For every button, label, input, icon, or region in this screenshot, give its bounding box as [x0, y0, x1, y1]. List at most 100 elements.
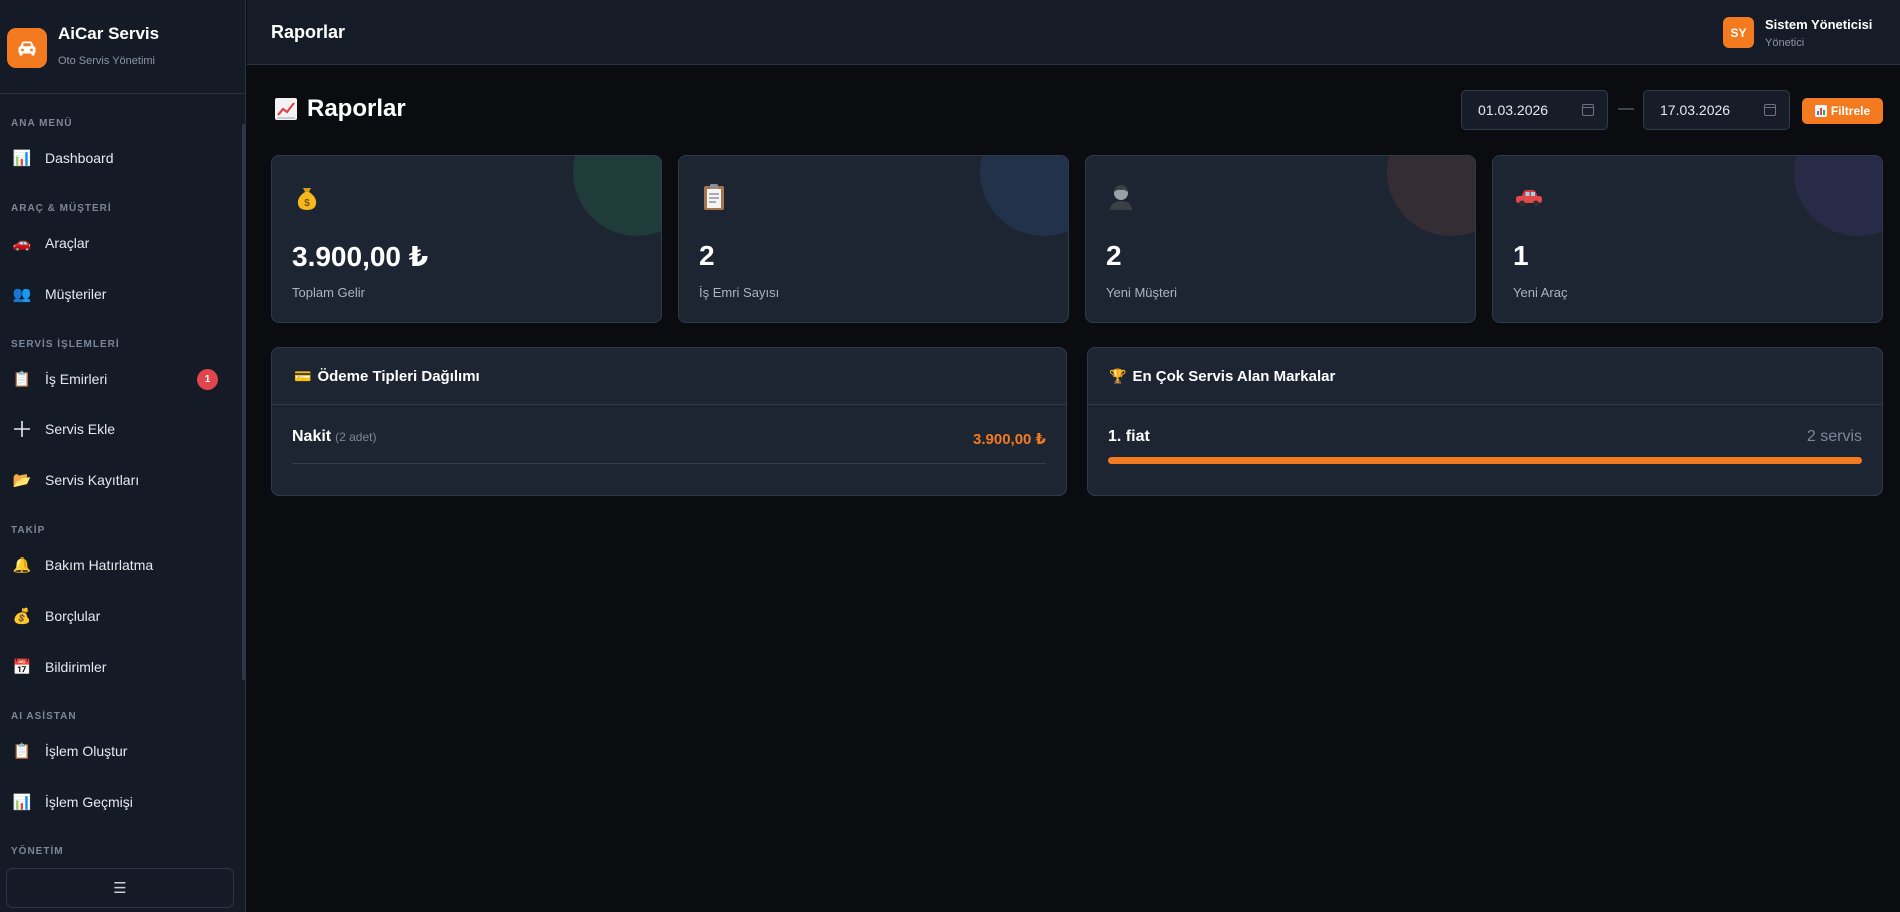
- sidebar-item-add-service[interactable]: Servis Ekle: [0, 409, 234, 449]
- plus-icon: [11, 418, 33, 440]
- sidebar-item-maintenance-reminder[interactable]: 🔔 Bakım Hatırlatma: [0, 545, 234, 585]
- filter-button[interactable]: Filtrele: [1802, 98, 1883, 124]
- chart-icon: 📊: [12, 150, 32, 167]
- filter-button-label: Filtrele: [1830, 104, 1871, 118]
- calendar-icon[interactable]: [1582, 104, 1594, 116]
- sidebar-nav: ANA MENÜ 📊 Dashboard ARAÇ & MÜŞTERİ 🚗 Ar…: [0, 94, 244, 854]
- nav-section-main: ANA MENÜ: [11, 118, 73, 129]
- sidebar-item-label: İşlem Oluştur: [45, 743, 128, 759]
- app: AiCar Servis Oto Servis Yönetimi ANA MEN…: [0, 0, 1900, 912]
- users-icon: 👥: [12, 286, 32, 303]
- card-decoration: [1794, 156, 1882, 236]
- payment-types-panel: 💳 Ödeme Tipleri Dağılımı Nakit (2 adet) 3…: [271, 347, 1067, 496]
- topbar-title: Raporlar: [271, 22, 346, 42]
- date-range-separator: —: [1618, 100, 1634, 117]
- clipboard-icon: [699, 182, 729, 212]
- clipboard-icon: 📋: [12, 371, 32, 388]
- card-decoration: [573, 156, 661, 236]
- sidebar-item-label: İşlem Geçmişi: [45, 794, 133, 810]
- sidebar-item-label: Servis Kayıtları: [45, 472, 140, 488]
- sidebar-item-service-records[interactable]: 📂 Servis Kayıtları: [0, 460, 234, 500]
- chart-icon: [1814, 105, 1827, 117]
- sidebar-collapse-button[interactable]: ☰: [6, 868, 234, 908]
- stat-label: İş Emri Sayısı: [699, 285, 780, 300]
- sidebar-scrollbar[interactable]: [242, 124, 246, 680]
- sidebar-item-label: Müşteriler: [45, 286, 107, 302]
- date-to-input[interactable]: 17.03.2026: [1643, 90, 1790, 130]
- svg-text:$: $: [304, 198, 310, 209]
- top-brands-panel: 🏆 En Çok Servis Alan Markalar 1. fiat 2 …: [1087, 347, 1883, 496]
- sidebar-item-debtors[interactable]: 💰 Borçlular: [0, 596, 234, 636]
- clipboard-icon: 📋: [12, 743, 32, 760]
- date-to-value: 17.03.2026: [1660, 102, 1731, 118]
- brand-rank-name: 1. fiat: [1108, 428, 1150, 445]
- car-icon: 🚗: [12, 235, 32, 252]
- sidebar-item-dashboard[interactable]: 📊 Dashboard: [0, 138, 234, 178]
- car-logo-icon: [7, 28, 47, 68]
- stat-card-new-vehicles: 1 Yeni Araç: [1492, 155, 1883, 323]
- work-orders-count-badge: 1: [197, 368, 218, 390]
- nav-section-tracking: TAKİP: [11, 525, 46, 536]
- stat-card-total-revenue: $ 3.900,00 ₺ Toplam Gelir: [271, 155, 662, 323]
- stat-value: 3.900,00 ₺: [292, 241, 429, 272]
- sidebar-brand: AiCar Servis Oto Servis Yönetimi: [0, 0, 246, 94]
- calendar-icon: 📅: [12, 659, 32, 676]
- money-bag-icon: 💰: [12, 608, 32, 625]
- credit-card-icon: 💳: [294, 367, 312, 384]
- sidebar: AiCar Servis Oto Servis Yönetimi ANA MEN…: [0, 0, 246, 912]
- nav-section-management: YÖNETİM: [11, 846, 64, 854]
- trophy-icon: 🏆: [1109, 367, 1127, 384]
- calendar-icon[interactable]: [1764, 104, 1776, 116]
- stat-value: 2: [1106, 240, 1122, 271]
- card-decoration: [980, 156, 1068, 236]
- sidebar-item-notifications[interactable]: 📅 Bildirimler: [0, 647, 234, 687]
- stat-value: 2: [699, 240, 715, 271]
- payment-type-label: Nakit: [292, 428, 332, 445]
- trend-chart-icon: [274, 97, 298, 121]
- card-decoration: [1387, 156, 1475, 236]
- sidebar-item-label: Borçlular: [45, 608, 101, 624]
- stat-card-new-customers: 2 Yeni Müşteri: [1085, 155, 1476, 323]
- sidebar-item-label: Araçlar: [45, 235, 90, 251]
- date-from-input[interactable]: 01.03.2026: [1461, 90, 1608, 130]
- sidebar-item-vehicles[interactable]: 🚗 Araçlar: [0, 223, 234, 263]
- sidebar-item-customers[interactable]: 👥 Müşteriler: [0, 274, 234, 314]
- topbar: Raporlar SY Sistem Yöneticisi Yönetici: [247, 0, 1900, 65]
- sidebar-item-label: Servis Ekle: [45, 421, 116, 437]
- nav-section-service: SERVİS İŞLEMLERİ: [11, 339, 120, 350]
- payment-row: Nakit (2 adet) 3.900,00 ₺: [292, 428, 1046, 464]
- panel-header: 💳 Ödeme Tipleri Dağılımı: [272, 348, 1066, 405]
- person-icon: [1106, 182, 1136, 212]
- panel-title: Ödeme Tipleri Dağılımı: [317, 367, 480, 385]
- stat-value: 1: [1513, 240, 1529, 271]
- brand-progress-fill: [1108, 457, 1862, 464]
- folder-icon: 📂: [12, 472, 32, 489]
- brand-service-count: 2 servis: [1806, 428, 1862, 445]
- sidebar-item-label: Dashboard: [45, 150, 114, 166]
- user-name[interactable]: Sistem Yöneticisi: [1765, 17, 1872, 32]
- panel-title: En Çok Servis Alan Markalar: [1132, 367, 1336, 385]
- page-title: Raporlar: [307, 95, 406, 122]
- user-role: Yönetici: [1765, 37, 1805, 49]
- payment-type-count: (2 adet): [335, 430, 377, 444]
- car-icon: [1513, 182, 1543, 212]
- nav-section-vehicle-customer: ARAÇ & MÜŞTERİ: [11, 203, 112, 214]
- user-avatar[interactable]: SY: [1723, 17, 1754, 48]
- panel-header: 🏆 En Çok Servis Alan Markalar: [1088, 348, 1882, 405]
- sidebar-item-work-orders[interactable]: 📋 İş Emirleri 1: [0, 359, 234, 399]
- date-from-value: 01.03.2026: [1478, 102, 1549, 118]
- sidebar-item-create-transaction[interactable]: 📋 İşlem Oluştur: [0, 731, 234, 771]
- brand-progress-track: [1108, 457, 1862, 464]
- bell-icon: 🔔: [12, 557, 32, 574]
- payment-type-name: Nakit (2 adet): [292, 428, 376, 446]
- sidebar-item-label: Bakım Hatırlatma: [45, 557, 154, 573]
- brand-subtitle: Oto Servis Yönetimi: [58, 55, 156, 67]
- sidebar-item-transaction-history[interactable]: 📊 İşlem Geçmişi: [0, 782, 234, 822]
- sidebar-item-label: Bildirimler: [45, 659, 107, 675]
- payment-amount: 3.900,00 ₺: [973, 431, 1046, 448]
- stat-label: Toplam Gelir: [292, 285, 365, 300]
- nav-section-ai-assistant: AI ASİSTAN: [11, 711, 77, 722]
- chart-icon: 📊: [12, 794, 32, 811]
- brand-name: AiCar Servis: [58, 24, 160, 43]
- money-bag-icon: $: [292, 182, 322, 212]
